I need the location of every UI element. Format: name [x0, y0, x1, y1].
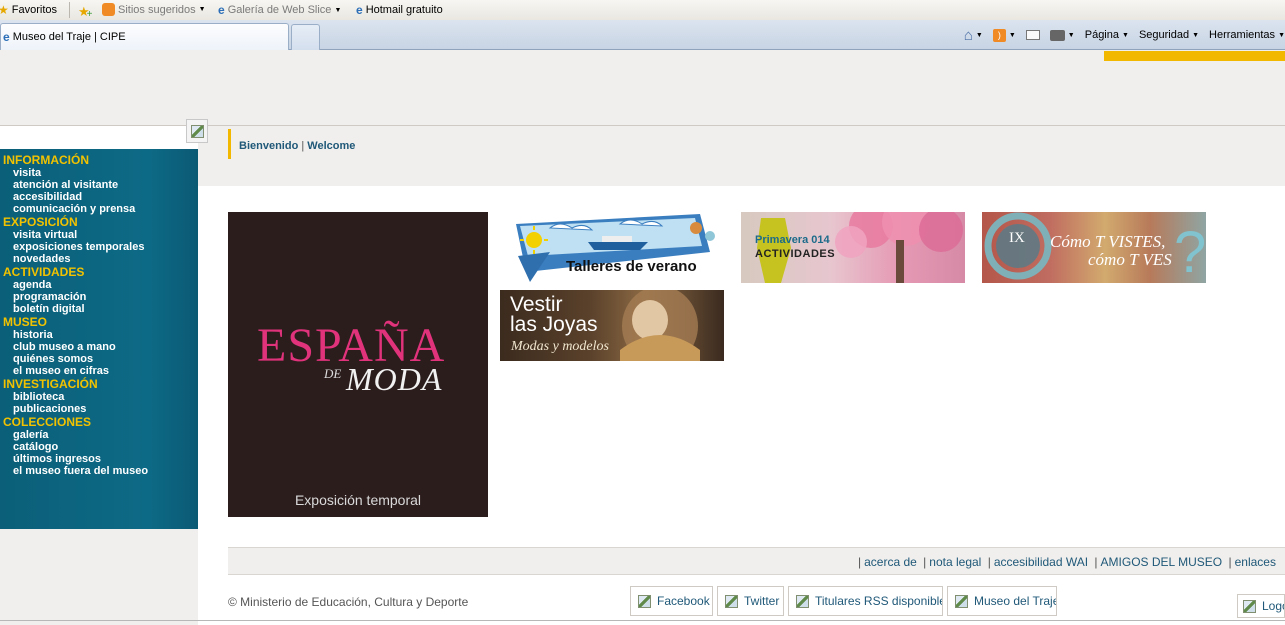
- nav-item-museo-fuera[interactable]: el museo fuera del museo: [0, 465, 198, 477]
- vestir-line2: las Joyas: [510, 313, 598, 336]
- star-icon: ★: [0, 3, 9, 17]
- broken-image-icon: [191, 125, 204, 138]
- nav-item-historia[interactable]: historia: [0, 329, 198, 341]
- tab-museo-del-traje[interactable]: e Museo del Traje | CIPE: [0, 23, 289, 50]
- footer-link-acerca[interactable]: acerca de: [864, 555, 917, 569]
- como-line1: Cómo T VISTES,: [1050, 232, 1166, 251]
- add-favorites-icon[interactable]: ★ +: [78, 3, 93, 21]
- twitter-button[interactable]: Twitter: [717, 586, 784, 616]
- welcome-en-link[interactable]: Welcome: [307, 140, 355, 152]
- nav-item-museo-cifras[interactable]: el museo en cifras: [0, 365, 198, 377]
- nav-section-informacion[interactable]: INFORMACIÓN: [0, 153, 198, 167]
- tools-menu[interactable]: Herramientas ▼: [1209, 29, 1285, 41]
- broken-image-icon: [955, 594, 968, 608]
- print-button[interactable]: ▼: [1049, 29, 1075, 41]
- nav-item-publicaciones[interactable]: publicaciones: [0, 403, 198, 415]
- talleres-text: Talleres de verano: [566, 258, 697, 275]
- nav-item-quienes-somos[interactable]: quiénes somos: [0, 353, 198, 365]
- como-line2: cómo T VES: [1088, 250, 1172, 269]
- footer-link-amigos[interactable]: AMIGOS DEL MUSEO: [1101, 555, 1223, 569]
- favorites-button[interactable]: ★ Favoritos: [0, 3, 57, 17]
- feeds-button[interactable]: ) ▼: [992, 28, 1016, 42]
- primavera-actividades-banner[interactable]: Primavera 014 ACTIVIDADES: [741, 212, 965, 283]
- suggested-sites[interactable]: Sitios sugeridos ▼: [102, 3, 206, 16]
- mail-button[interactable]: [1025, 30, 1040, 40]
- nav-item-ultimos-ingresos[interactable]: últimos ingresos: [0, 453, 198, 465]
- rss-icon: ): [992, 28, 1006, 42]
- nav-section-actividades[interactable]: ACTIVIDADES: [0, 265, 198, 279]
- dropdown-arrow-icon: ▼: [334, 6, 342, 14]
- new-tab-button[interactable]: [291, 24, 320, 50]
- ie-icon: e: [356, 3, 363, 17]
- broken-image-icon: [796, 594, 809, 608]
- espana-de-moda-banner[interactable]: ESPAÑA DE MODA Exposición temporal: [228, 212, 488, 517]
- nav-section-exposicion[interactable]: EXPOSICIÓN: [0, 215, 198, 229]
- logo-partial-button[interactable]: Logo: [1237, 594, 1285, 618]
- welcome-es-link[interactable]: Bienvenido: [239, 140, 298, 152]
- footer-link-accesibilidad[interactable]: accesibilidad WAI: [994, 555, 1088, 569]
- nav-item-comunicacion-prensa[interactable]: comunicación y prensa: [0, 203, 198, 215]
- hotmail-link[interactable]: e Hotmail gratuito: [356, 3, 443, 17]
- footer-links: | acerca de | nota legal | accesibilidad WA…: [228, 547, 1285, 575]
- vestir-las-joyas-banner[interactable]: Vestir las Joyas Modas y modelos: [500, 290, 724, 361]
- nav-item-visita-virtual[interactable]: visita virtual: [0, 229, 198, 241]
- como-t-vistes-banner[interactable]: ? IX Cómo T VISTES, cómo T VES: [982, 212, 1206, 283]
- rss-headlines-button[interactable]: Titulares RSS disponibles: [788, 586, 943, 616]
- como-edition: IX: [1009, 230, 1025, 246]
- nav-item-accesibilidad[interactable]: accesibilidad: [0, 191, 198, 203]
- dropdown-arrow-icon: ▼: [198, 6, 206, 13]
- security-menu[interactable]: Seguridad ▼: [1139, 29, 1199, 41]
- talleres-verano-banner[interactable]: Talleres de verano: [510, 212, 720, 284]
- nav-section-investigacion[interactable]: INVESTIGACIÓN: [0, 377, 198, 391]
- vestir-line3: Modas y modelos: [511, 339, 609, 354]
- nav-section-museo[interactable]: MUSEO: [0, 315, 198, 329]
- broken-image-icon: [638, 594, 651, 608]
- broken-image-icon: [1243, 599, 1256, 613]
- page-menu[interactable]: Página ▼: [1085, 29, 1129, 41]
- nav-item-catalogo[interactable]: catálogo: [0, 441, 198, 453]
- nav-item-agenda[interactable]: agenda: [0, 279, 198, 291]
- primavera-line2: ACTIVIDADES: [755, 248, 836, 260]
- sidebar-nav: INFORMACIÓN visita atención al visitante…: [0, 149, 198, 529]
- footer-link-enlaces[interactable]: enlaces: [1235, 555, 1276, 569]
- language-links: Bienvenido | Welcome: [239, 140, 356, 152]
- museo-traje-button[interactable]: Museo del Traje: [947, 586, 1057, 616]
- nav-item-atencion-visitante[interactable]: atención al visitante: [0, 179, 198, 191]
- ie-page-icon: e: [3, 30, 10, 44]
- web-page: Bienvenido | Welcome INFORMACIÓN visita …: [0, 51, 1285, 625]
- command-bar: ⌂ ▼ ) ▼ ▼ Página ▼ Seguridad ▼ Herramientas ▼: [954, 26, 1285, 44]
- footer-link-nota-legal[interactable]: nota legal: [929, 555, 981, 569]
- logo-image-placeholder[interactable]: [186, 119, 208, 143]
- nav-item-galeria[interactable]: galería: [0, 429, 198, 441]
- primavera-line1: Primavera 014: [755, 234, 830, 246]
- vestir-line1: Vestir: [510, 293, 563, 316]
- nav-item-biblioteca[interactable]: biblioteca: [0, 391, 198, 403]
- nav-item-novedades[interactable]: novedades: [0, 253, 198, 265]
- ie-icon: e: [218, 3, 225, 17]
- printer-icon: [1049, 29, 1065, 41]
- espana-de: DE: [324, 366, 342, 381]
- nav-item-club-museo[interactable]: club museo a mano: [0, 341, 198, 353]
- home-button[interactable]: ⌂ ▼: [964, 27, 983, 44]
- suggested-sites-icon: [102, 3, 115, 16]
- espana-subtitle: Exposición temporal: [294, 492, 422, 508]
- copyright: © Ministerio de Educación, Cultura y Dep…: [228, 595, 469, 609]
- nav-item-visita[interactable]: visita: [0, 167, 198, 179]
- espana-moda: MODA: [346, 361, 443, 397]
- web-slice-gallery[interactable]: e Galería de Web Slice ▼: [218, 3, 341, 17]
- nav-item-boletin-digital[interactable]: boletín digital: [0, 303, 198, 315]
- broken-image-icon: [725, 594, 738, 608]
- header-accent-bar: [1104, 51, 1285, 61]
- svg-text:?: ?: [1174, 220, 1206, 283]
- favorites-bar: ★ Favoritos ★ + Sitios sugeridos ▼ e Gale…: [0, 0, 1285, 20]
- nav-section-colecciones[interactable]: COLECCIONES: [0, 415, 198, 429]
- home-icon: ⌂: [963, 26, 973, 44]
- facebook-button[interactable]: Facebook: [630, 586, 713, 616]
- mail-icon: [1025, 30, 1040, 40]
- nav-item-exposiciones-temporales[interactable]: exposiciones temporales: [0, 241, 198, 253]
- nav-item-programacion[interactable]: programación: [0, 291, 198, 303]
